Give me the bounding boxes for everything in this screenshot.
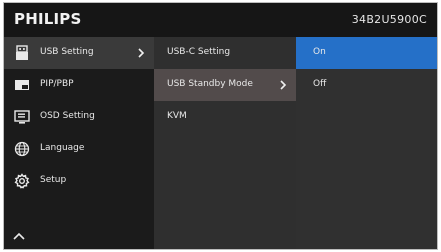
osd-header: PHILIPS 34B2U5900C (4, 3, 437, 37)
gear-icon (14, 173, 30, 189)
brand-logo: PHILIPS (14, 10, 82, 28)
menu-item-pip-pbp[interactable]: PIP/PBP (4, 69, 154, 101)
menu-item-osd-setting[interactable]: OSD Setting (4, 101, 154, 133)
menu-item-label: OSD Setting (40, 111, 95, 121)
model-name: 34B2U5900C (351, 13, 427, 26)
submenu-item-kvm[interactable]: KVM (154, 101, 296, 133)
chevron-right-icon (280, 80, 287, 90)
osd-menu: PHILIPS 34B2U5900C USB Setting PIP/PBP O… (3, 2, 438, 250)
menu-item-usb-setting[interactable]: USB Setting (4, 37, 154, 69)
submenu-item-label: USB-C Setting (167, 47, 231, 57)
menu-item-language[interactable]: Language (4, 133, 154, 165)
main-menu: USB Setting PIP/PBP OSD Setting Language… (4, 37, 154, 249)
pip-icon (15, 80, 29, 90)
option-label: On (313, 47, 326, 57)
submenu-item-label: KVM (167, 111, 187, 121)
menu-item-setup[interactable]: Setup (4, 165, 154, 197)
menu-item-label: PIP/PBP (40, 79, 74, 89)
chevron-up-icon[interactable] (12, 231, 26, 241)
submenu-item-label: USB Standby Mode (167, 79, 253, 89)
submenu-item-usb-c-setting[interactable]: USB-C Setting (154, 37, 296, 69)
usb-icon (16, 45, 28, 60)
option-on[interactable]: On (296, 37, 437, 69)
options-panel: On Off (296, 37, 437, 249)
menu-item-label: Language (40, 143, 85, 153)
option-off[interactable]: Off (296, 69, 437, 101)
menu-item-label: USB Setting (40, 47, 94, 57)
menu-item-label: Setup (40, 175, 67, 185)
chevron-right-icon (138, 48, 145, 58)
osd-icon (14, 110, 30, 124)
sub-menu: USB-C Setting USB Standby Mode KVM (154, 37, 296, 249)
submenu-item-usb-standby-mode[interactable]: USB Standby Mode (154, 69, 296, 101)
globe-icon (14, 141, 30, 157)
option-label: Off (313, 79, 327, 89)
